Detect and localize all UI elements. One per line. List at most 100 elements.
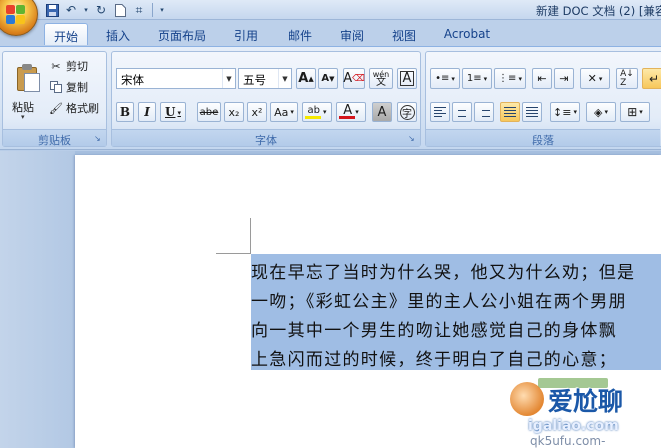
crop-mark-horizontal [216, 253, 251, 254]
multilevel-list-icon: ⋮≡ [498, 73, 517, 84]
shrink-font-label: A [321, 73, 330, 84]
format-painter-label: 格式刷 [66, 102, 99, 115]
tab-review[interactable]: 审阅 [330, 23, 374, 45]
customize-dropdown-icon[interactable]: ▾ [158, 2, 166, 18]
paragraph-group: •≡ ▾ 1≡ ▾ ⋮≡ ▾ ⇤ ⇥ ✕ ▾ A↓ Z ↵ ↕≡ ▾ ◈ ▾ ⊞… [425, 51, 661, 147]
distributed-button[interactable] [522, 102, 542, 122]
enclose-label: 字 [399, 104, 415, 120]
font-color-button[interactable]: A ▾ [336, 102, 366, 122]
character-border-label: A [399, 71, 415, 86]
copy-icon [49, 80, 63, 94]
text-highlight-button[interactable]: ab ▾ [302, 102, 332, 122]
document-line[interactable]: 现在早忘了当时为什么哭，他又为什么劝；但是 [251, 254, 661, 283]
shading-button[interactable]: ◈ ▾ [586, 102, 616, 122]
character-border-button[interactable]: A [397, 68, 417, 89]
format-painter-icon[interactable]: ⌗ [131, 2, 147, 18]
tab-page-layout[interactable]: 页面布局 [150, 23, 214, 45]
paragraph-mark-icon: ↵ [648, 71, 660, 86]
sort-icon: A↓ Z [620, 68, 634, 88]
font-group-label: 字体 [112, 129, 420, 147]
highlight-color-bar [305, 116, 321, 119]
window-title: 新建 DOC 文档 (2) [兼容 [536, 4, 661, 18]
copy-button[interactable]: 复制 [49, 79, 88, 95]
qat-separator [152, 3, 153, 17]
justify-button[interactable] [500, 102, 520, 122]
underline-label: U [165, 105, 176, 119]
format-painter-button[interactable]: 🖌 格式刷 [49, 100, 99, 116]
tab-mailings[interactable]: 邮件 [278, 23, 322, 45]
font-launcher-icon[interactable]: ↘ [408, 134, 417, 143]
new-document-icon[interactable] [112, 2, 128, 18]
paste-icon [15, 63, 41, 93]
tab-acrobat[interactable]: Acrobat [436, 23, 498, 45]
phonetic-guide-button[interactable]: wén 文 [369, 68, 393, 89]
highlight-label: ab [307, 104, 320, 116]
document-line[interactable]: 一吻；《彩虹公主》里的主人公小姐在两个男朋 [251, 283, 661, 312]
distributed-icon [526, 107, 538, 117]
bold-button[interactable]: B [116, 102, 134, 122]
document-line[interactable]: 向一其中一个男生的吻让她感觉自己的身体飘 [251, 312, 661, 341]
paste-dropdown-icon: ▾ [21, 113, 25, 121]
font-name-select[interactable]: 宋体 ▼ [116, 68, 236, 89]
shrink-font-button[interactable]: A ▼ [318, 68, 338, 89]
copy-label: 复制 [66, 81, 88, 94]
increase-indent-button[interactable]: ⇥ [554, 68, 574, 89]
numbering-button[interactable]: 1≡ ▾ [462, 68, 492, 89]
clipboard-launcher-icon[interactable]: ↘ [94, 134, 103, 143]
italic-button[interactable]: I [138, 102, 156, 122]
asian-layout-button[interactable]: ✕ ▾ [580, 68, 610, 89]
font-size-dropdown-icon[interactable]: ▼ [278, 69, 291, 88]
change-case-button[interactable]: Aa ▾ [270, 102, 298, 122]
document-body[interactable]: 现在早忘了当时为什么哭，他又为什么劝；但是 一吻；《彩虹公主》里的主人公小姐在两… [251, 254, 661, 370]
strikethrough-button[interactable]: abe [197, 102, 221, 122]
clipboard-group: 粘贴 ▾ ✂ 剪切 复制 🖌 格式刷 剪贴板 ↘ [2, 51, 107, 147]
clear-format-button[interactable]: A ⌫ [343, 68, 365, 89]
borders-button[interactable]: ⊞ ▾ [620, 102, 650, 122]
font-group: 宋体 ▼ 五号 ▼ A ▲ A ▼ A ⌫ wén 文 A B I U ▾ abe x₂ … [111, 51, 421, 147]
grow-font-button[interactable]: A ▲ [296, 68, 316, 89]
left-margin-area [0, 151, 75, 448]
quick-access-toolbar: ↶ ▾ ↻ ⌗ ▾ [44, 1, 166, 19]
line-spacing-button[interactable]: ↕≡ ▾ [550, 102, 580, 122]
asian-layout-icon: ✕ [587, 72, 597, 85]
save-icon[interactable] [44, 2, 60, 18]
multilevel-list-button[interactable]: ⋮≡ ▾ [494, 68, 526, 89]
watermark-name: 爱尬聊 [548, 387, 624, 416]
font-name-dropdown-icon[interactable]: ▼ [222, 69, 235, 88]
enclose-characters-button[interactable]: 字 [397, 102, 417, 122]
tab-insert[interactable]: 插入 [97, 23, 139, 45]
character-shading-button[interactable]: A [372, 102, 392, 122]
font-size-value: 五号 [243, 73, 266, 87]
underline-button[interactable]: U ▾ [160, 102, 186, 122]
align-right-button[interactable] [474, 102, 494, 122]
decrease-indent-icon: ⇤ [537, 72, 547, 85]
document-line[interactable]: 上急闪而过的时候，终于明白了自己的心意； [251, 341, 661, 370]
sort-button[interactable]: A↓ Z [616, 68, 638, 89]
redo-icon[interactable]: ↻ [93, 2, 109, 18]
undo-icon[interactable]: ↶ [63, 2, 79, 18]
bullets-icon: •≡ [435, 73, 450, 84]
cut-label: 剪切 [66, 60, 88, 73]
align-center-button[interactable] [452, 102, 472, 122]
cut-button[interactable]: ✂ 剪切 [49, 58, 88, 74]
tab-view[interactable]: 视图 [382, 23, 426, 45]
bullets-button[interactable]: •≡ ▾ [430, 68, 460, 89]
numbering-icon: 1≡ [466, 73, 482, 84]
increase-indent-icon: ⇥ [559, 72, 569, 85]
superscript-button[interactable]: x² [247, 102, 267, 122]
show-hide-marks-button[interactable]: ↵ [642, 68, 661, 89]
align-left-button[interactable] [430, 102, 450, 122]
brush-icon: 🖌 [49, 101, 63, 115]
paste-button[interactable]: 粘贴 ▾ [5, 54, 43, 128]
change-case-label: Aa [274, 105, 289, 119]
font-size-select[interactable]: 五号 ▼ [238, 68, 292, 89]
font-name-value: 宋体 [121, 73, 144, 87]
justify-icon [504, 107, 516, 117]
tab-home[interactable]: 开始 [44, 23, 88, 45]
decrease-indent-button[interactable]: ⇤ [532, 68, 552, 89]
font-color-bar [339, 116, 355, 119]
subscript-button[interactable]: x₂ [224, 102, 244, 122]
tab-references[interactable]: 引用 [224, 23, 268, 45]
watermark-url: igaliao.com [528, 418, 619, 434]
undo-dropdown-icon[interactable]: ▾ [82, 2, 90, 18]
